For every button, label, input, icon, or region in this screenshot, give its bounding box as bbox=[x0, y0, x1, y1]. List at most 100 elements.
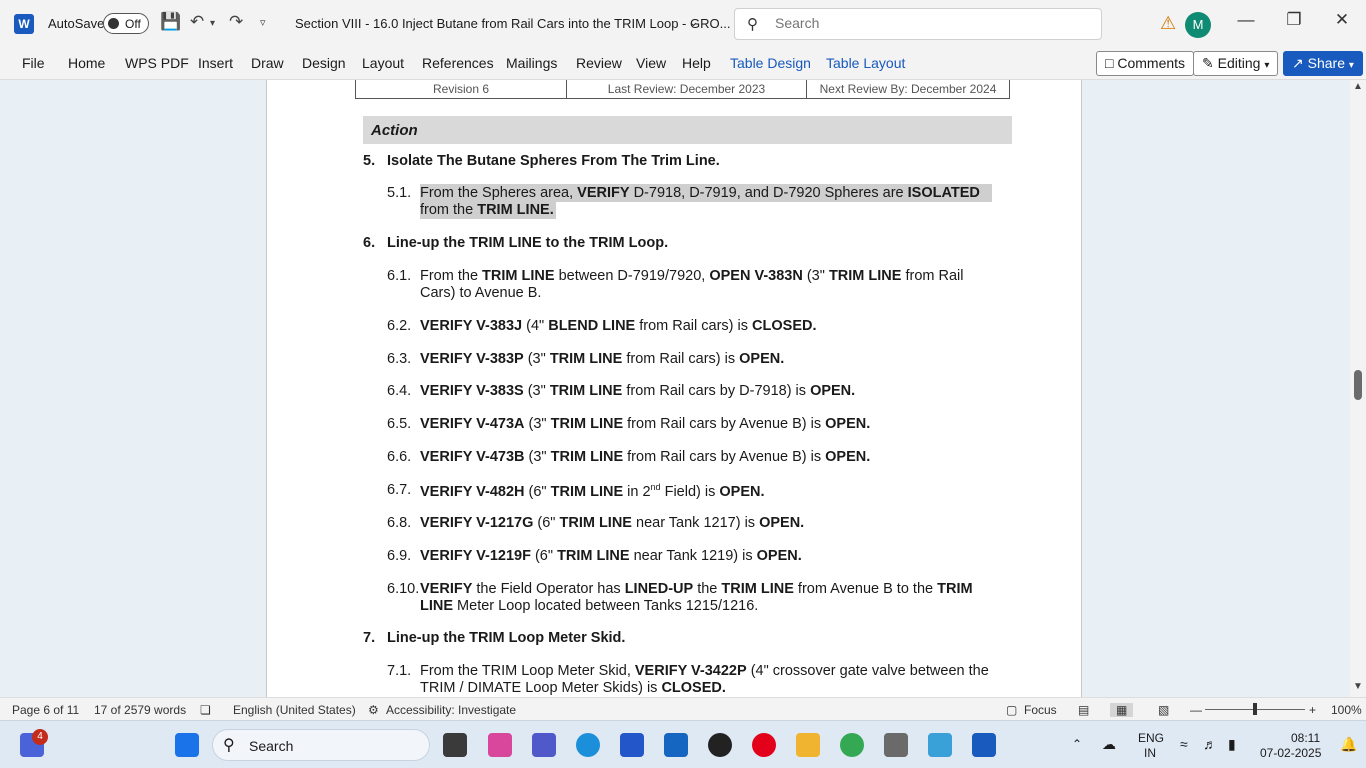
accessibility-status[interactable]: Accessibility: Investigate bbox=[386, 703, 516, 717]
avatar[interactable]: M bbox=[1185, 12, 1211, 38]
volume-icon[interactable]: ♬ bbox=[1203, 736, 1217, 752]
input-language-line1[interactable]: ENG bbox=[1138, 731, 1164, 745]
tab-references[interactable]: References bbox=[422, 55, 494, 71]
zoom-slider-thumb[interactable] bbox=[1253, 703, 1257, 715]
language-indicator[interactable]: English (United States) bbox=[233, 703, 356, 717]
selected-text-line[interactable]: from the TRIM LINE. bbox=[420, 201, 556, 219]
document-canvas[interactable]: Revision 6 Last Review: December 2023 Ne… bbox=[0, 80, 1350, 697]
start-icon[interactable] bbox=[175, 733, 199, 757]
input-language-line2[interactable]: IN bbox=[1144, 746, 1156, 760]
text-line[interactable]: TRIM / DIMATE Loop Meter Skids) is CLOSE… bbox=[420, 680, 726, 696]
tab-table-design[interactable]: Table Design bbox=[730, 55, 811, 71]
customize-toolbar-icon[interactable]: ▿ bbox=[260, 16, 266, 29]
tab-review[interactable]: Review bbox=[576, 55, 622, 71]
text-run: From the TRIM Loop Meter Skid, bbox=[420, 663, 635, 679]
tray-overflow-icon[interactable]: ⌃ bbox=[1072, 737, 1082, 751]
tab-file[interactable]: File bbox=[22, 55, 45, 71]
revision-table[interactable]: Revision 6 Last Review: December 2023 Ne… bbox=[355, 80, 1010, 99]
tab-mailings[interactable]: Mailings bbox=[506, 55, 557, 71]
tab-insert[interactable]: Insert bbox=[198, 55, 233, 71]
clock-date[interactable]: 07-02-2025 bbox=[1260, 746, 1321, 760]
word-app-icon[interactable]: W bbox=[14, 14, 34, 34]
opera-icon[interactable] bbox=[752, 733, 776, 757]
undo-dropdown-icon[interactable]: ▾ bbox=[210, 18, 215, 29]
selected-text-line[interactable]: From the Spheres area, VERIFY D-7918, D-… bbox=[420, 184, 992, 202]
comments-button[interactable]: □ Comments bbox=[1096, 51, 1195, 76]
copilot-icon[interactable] bbox=[488, 733, 512, 757]
text-line[interactable]: From the TRIM LINE between D-7919/7920, … bbox=[420, 268, 963, 284]
tab-layout[interactable]: Layout bbox=[362, 55, 404, 71]
next-review-cell[interactable]: Next Review By: December 2024 bbox=[807, 80, 1009, 98]
search-input[interactable] bbox=[775, 15, 1075, 31]
page-count[interactable]: Page 6 of 11 bbox=[12, 703, 79, 717]
share-button[interactable]: ↗ Share ▾ bbox=[1283, 51, 1363, 76]
app-icon[interactable] bbox=[928, 733, 952, 757]
power-automate-icon[interactable] bbox=[664, 733, 688, 757]
document-title[interactable]: Section VIII - 16.0 Inject Butane from R… bbox=[295, 16, 730, 31]
search-box[interactable]: ⚲ bbox=[734, 8, 1102, 40]
minimize-icon[interactable]: — bbox=[1231, 10, 1261, 30]
onedrive-icon[interactable]: ☁ bbox=[1102, 736, 1116, 753]
text-line[interactable]: VERIFY V-482H (6" TRIM LINE in 2nd Field… bbox=[420, 482, 765, 500]
last-review-cell[interactable]: Last Review: December 2023 bbox=[567, 80, 807, 98]
word-taskbar-icon[interactable] bbox=[972, 733, 996, 757]
close-icon[interactable]: ✕ bbox=[1327, 10, 1357, 30]
zoom-out-icon[interactable]: — bbox=[1190, 703, 1202, 717]
zoom-level[interactable]: 100% bbox=[1331, 703, 1362, 717]
text-line[interactable]: VERIFY V-1219F (6" TRIM LINE near Tank 1… bbox=[420, 548, 802, 564]
text-line[interactable]: VERIFY the Field Operator has LINED-UP t… bbox=[420, 581, 973, 597]
tab-table-layout[interactable]: Table Layout bbox=[826, 55, 905, 71]
proofing-icon[interactable]: ❏ bbox=[200, 703, 211, 717]
editing-mode-button[interactable]: ✎ Editing ▾ bbox=[1193, 51, 1279, 76]
text-line[interactable]: VERIFY V-1217G (6" TRIM LINE near Tank 1… bbox=[420, 515, 804, 531]
text-line[interactable]: VERIFY V-473B (3" TRIM LINE from Rail ca… bbox=[420, 449, 870, 465]
file-explorer-icon[interactable] bbox=[796, 733, 820, 757]
store-icon[interactable] bbox=[620, 733, 644, 757]
web-layout-icon[interactable]: ▧ bbox=[1158, 703, 1169, 717]
scroll-down-icon[interactable]: ▼ bbox=[1353, 681, 1363, 692]
app-icon[interactable] bbox=[884, 733, 908, 757]
tab-design[interactable]: Design bbox=[302, 55, 346, 71]
taskbar-search[interactable]: ⚲ Search bbox=[212, 729, 430, 761]
text-line[interactable]: Cars) to Avenue B. bbox=[420, 285, 541, 301]
tab-home[interactable]: Home bbox=[68, 55, 105, 71]
scrollbar-thumb[interactable] bbox=[1354, 370, 1362, 400]
text-line[interactable]: VERIFY V-383J (4" BLEND LINE from Rail c… bbox=[420, 318, 817, 334]
scroll-up-icon[interactable]: ▲ bbox=[1353, 81, 1363, 92]
text-line[interactable]: VERIFY V-383S (3" TRIM LINE from Rail ca… bbox=[420, 383, 855, 399]
text-run-bold: ISOLATED bbox=[907, 185, 980, 201]
text-line[interactable]: LINE Meter Loop located between Tanks 12… bbox=[420, 598, 758, 614]
edge-icon[interactable] bbox=[576, 733, 600, 757]
maximize-icon[interactable]: ❐ bbox=[1279, 10, 1309, 30]
focus-mode-label[interactable]: Focus bbox=[1024, 703, 1057, 717]
text-line[interactable]: From the TRIM Loop Meter Skid, VERIFY V-… bbox=[420, 663, 989, 679]
redo-icon[interactable]: ↷ bbox=[229, 12, 243, 32]
teams-icon[interactable] bbox=[532, 733, 556, 757]
print-layout-icon[interactable]: ▦ bbox=[1110, 703, 1134, 717]
chevron-down-icon[interactable]: ⌄ bbox=[688, 14, 699, 30]
document-page[interactable]: Revision 6 Last Review: December 2023 Ne… bbox=[266, 80, 1082, 697]
focus-icon[interactable]: ▢ bbox=[1006, 703, 1017, 717]
undo-icon[interactable]: ↶ bbox=[190, 12, 204, 32]
text-line[interactable]: VERIFY V-473A (3" TRIM LINE from Rail ca… bbox=[420, 416, 870, 432]
warning-icon[interactable]: ⚠ bbox=[1160, 13, 1176, 34]
text-line[interactable]: VERIFY V-383P (3" TRIM LINE from Rail ca… bbox=[420, 351, 784, 367]
word-count[interactable]: 17 of 2579 words bbox=[94, 703, 186, 717]
zoom-in-icon[interactable]: + bbox=[1309, 703, 1316, 717]
dell-icon[interactable] bbox=[708, 733, 732, 757]
autosave-toggle[interactable]: Off bbox=[103, 13, 149, 34]
clock-time[interactable]: 08:11 bbox=[1291, 731, 1320, 745]
read-mode-icon[interactable]: ▤ bbox=[1078, 703, 1089, 717]
wifi-icon[interactable]: ≈ bbox=[1180, 736, 1188, 752]
tab-wps-pdf[interactable]: WPS PDF bbox=[125, 55, 189, 71]
revision-cell[interactable]: Revision 6 bbox=[356, 80, 567, 98]
battery-icon[interactable]: ▮ bbox=[1228, 736, 1236, 753]
notifications-icon[interactable]: 🔔 bbox=[1340, 736, 1357, 753]
vertical-scrollbar[interactable]: ▲ ▼ bbox=[1350, 80, 1366, 697]
task-view-icon[interactable] bbox=[443, 733, 467, 757]
tab-view[interactable]: View bbox=[636, 55, 666, 71]
tab-help[interactable]: Help bbox=[682, 55, 711, 71]
chrome-icon[interactable] bbox=[840, 733, 864, 757]
tab-draw[interactable]: Draw bbox=[251, 55, 284, 71]
save-icon[interactable]: 💾 bbox=[160, 12, 181, 32]
